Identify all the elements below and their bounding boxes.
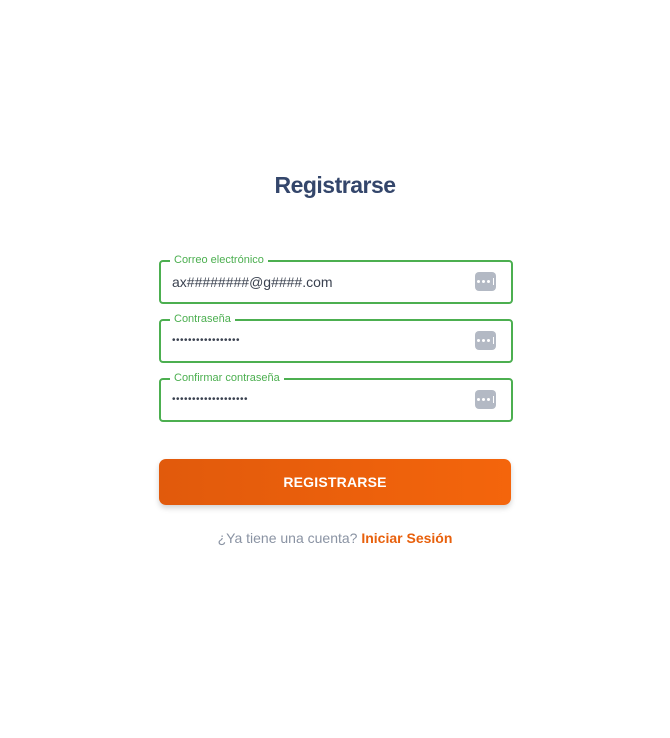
page-title: Registrarse xyxy=(274,172,396,198)
password-manager-key-icon[interactable] xyxy=(475,390,496,409)
key-dot xyxy=(476,339,480,342)
register-button[interactable]: REGISTRARSE xyxy=(159,459,511,505)
password-manager-key-icon[interactable] xyxy=(475,272,496,291)
key-dot xyxy=(486,280,490,283)
login-prompt-text: ¿Ya tiene una cuenta? xyxy=(217,530,358,546)
key-dot xyxy=(476,398,480,401)
key-cursor xyxy=(492,278,495,285)
password-manager-key-icon[interactable] xyxy=(475,331,496,350)
key-dot xyxy=(481,398,485,401)
key-cursor xyxy=(492,337,495,344)
key-cursor xyxy=(492,396,495,403)
key-dot xyxy=(481,280,485,283)
key-dot xyxy=(486,339,490,342)
email-field-value[interactable]: ax########@g####.com xyxy=(172,262,333,302)
register-page: Registrarse Correo electrónico ax#######… xyxy=(0,0,670,738)
confirm-password-field[interactable]: Confirmar contraseña ••••••••••••••••••• xyxy=(159,371,513,422)
key-dot xyxy=(476,280,480,283)
login-prompt: ¿Ya tiene una cuenta? Iniciar Sesión xyxy=(0,530,670,546)
login-link[interactable]: Iniciar Sesión xyxy=(361,530,452,546)
key-dot xyxy=(486,398,490,401)
key-dot xyxy=(481,339,485,342)
password-field[interactable]: Contraseña ••••••••••••••••• xyxy=(159,312,513,363)
confirm-password-field-value[interactable]: ••••••••••••••••••• xyxy=(172,380,248,420)
email-field[interactable]: Correo electrónico ax########@g####.com xyxy=(159,253,513,304)
password-field-value[interactable]: ••••••••••••••••• xyxy=(172,321,240,361)
